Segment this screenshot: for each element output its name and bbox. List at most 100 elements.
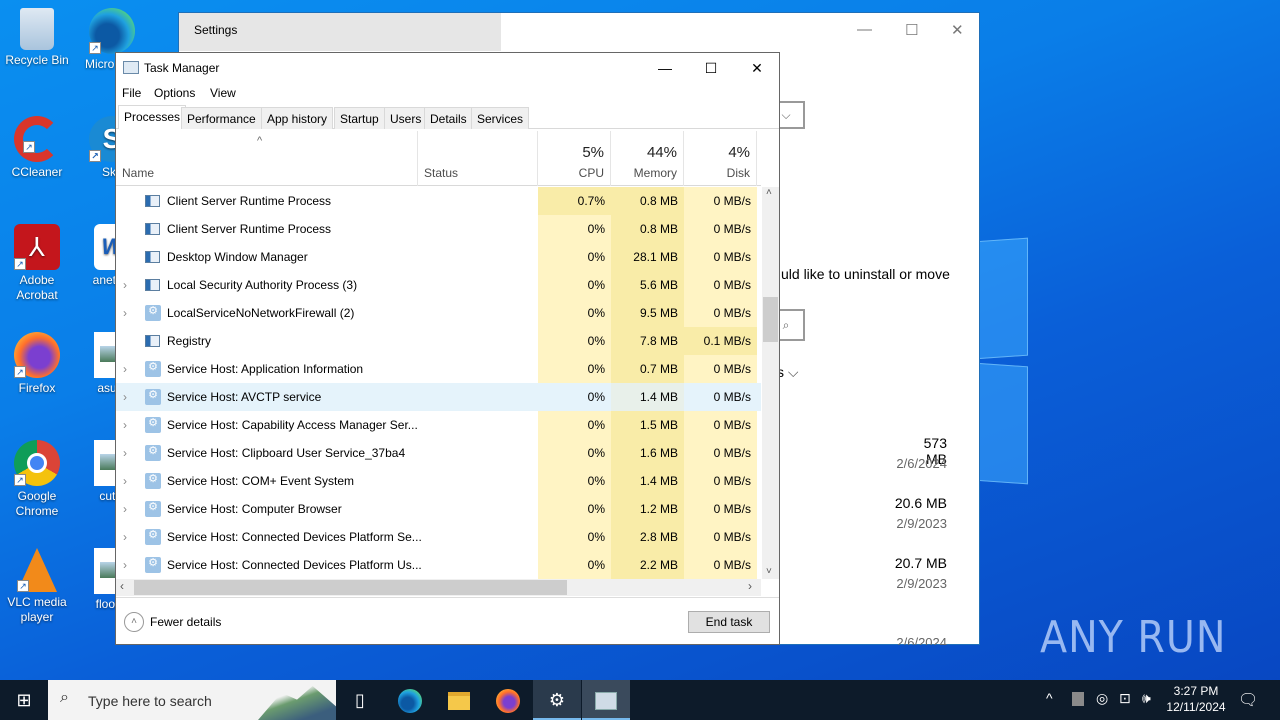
process-row[interactable]: Client Server Runtime Process 0% 0.8 MB 0 M…	[116, 215, 761, 243]
maximize-button[interactable]: ☐	[688, 53, 734, 83]
expand-chevron-icon[interactable]: ›	[123, 551, 127, 579]
taskbar-file-explorer[interactable]	[435, 680, 483, 720]
app-size: 20.7 MB	[894, 555, 947, 571]
tab-details[interactable]: Details	[424, 107, 473, 129]
scroll-left-icon[interactable]: ‹	[120, 579, 124, 593]
tab-users[interactable]: Users	[384, 107, 428, 129]
scroll-down-icon[interactable]: ˅	[766, 566, 772, 577]
process-row[interactable]: › Local Security Authority Process (3) 0% 5…	[116, 271, 761, 299]
taskbar-settings[interactable]: ⚙	[533, 680, 581, 720]
process-row[interactable]: › ⚙ Service Host: Application Information 0…	[116, 355, 761, 383]
taskbar-search-box[interactable]: ⌕ Type here to search	[48, 680, 336, 720]
task-manager-titlebar[interactable]: Task Manager — ☐ ✕	[116, 53, 779, 83]
column-header-name[interactable]: ^ Name	[116, 131, 418, 186]
column-header-status[interactable]: Status	[418, 131, 538, 186]
network-icon[interactable]: ⊡	[1119, 690, 1131, 707]
desktop-icon-label: Adobe Acrobat	[16, 273, 58, 302]
disk-value: 0 MB/s	[684, 187, 757, 215]
process-name: Service Host: Connected Devices Platform…	[167, 558, 422, 572]
desktop-icon-acrobat[interactable]: ⅄ ↗ Adobe Acrobat	[0, 224, 74, 303]
action-center-icon[interactable]: 🗨	[1238, 690, 1258, 710]
process-row[interactable]: › ⚙ Service Host: Connected Devices Platfo…	[116, 523, 761, 551]
scroll-up-icon[interactable]: ˄	[766, 187, 772, 198]
process-name: LocalServiceNoNetworkFirewall (2)	[167, 306, 355, 320]
settings-maximize-button[interactable]: ☐	[905, 21, 918, 39]
tray-app-icon[interactable]	[1072, 692, 1084, 706]
process-name: Service Host: Capability Access Manager …	[167, 418, 418, 432]
settings-sort-filter[interactable]: s ⌵	[777, 364, 799, 381]
horizontal-scrollbar[interactable]: ‹ ›	[116, 579, 761, 596]
close-button[interactable]: ✕	[734, 53, 780, 83]
column-header-cpu[interactable]: 5% CPU	[538, 131, 611, 186]
process-row[interactable]: Registry 0% 7.8 MB 0.1 MB/s	[116, 327, 761, 355]
process-row[interactable]: › ⚙ Service Host: Connected Devices Platfo…	[116, 551, 761, 579]
task-view-button[interactable]: ▯	[336, 680, 384, 720]
process-row[interactable]: › ⚙ LocalServiceNoNetworkFirewall (2) 0% 9.5…	[116, 299, 761, 327]
fewer-details-chevron-up-icon[interactable]: ˄	[124, 612, 144, 632]
taskbar-edge[interactable]	[386, 680, 434, 720]
search-placeholder: Type here to search	[88, 693, 212, 709]
expand-chevron-icon[interactable]: ›	[123, 495, 127, 523]
clock[interactable]: 3:27 PM 12/11/2024	[1164, 683, 1228, 715]
tab-services[interactable]: Services	[471, 107, 530, 129]
desktop-icon-vlc[interactable]: ↗ VLC media player	[0, 548, 74, 625]
memory-value: 9.5 MB	[611, 299, 684, 327]
edge-icon: ↗	[89, 8, 135, 54]
expand-chevron-icon[interactable]: ›	[123, 383, 127, 411]
expand-chevron-icon[interactable]: ›	[123, 299, 127, 327]
desktop-icon-firefox[interactable]: ↗ Firefox	[0, 332, 74, 396]
tab-app-history[interactable]: App history	[261, 107, 334, 129]
menu-file[interactable]: File	[122, 86, 141, 100]
scrollbar-thumb[interactable]	[134, 580, 567, 595]
cpu-value: 0%	[538, 467, 611, 495]
process-row[interactable]: › ⚙ Service Host: Capability Access Manage…	[116, 411, 761, 439]
volume-icon[interactable]: 🕪	[1142, 690, 1151, 707]
desktop-icon-ccleaner[interactable]: ↗ CCleaner	[0, 116, 74, 180]
menu-options[interactable]: Options	[154, 86, 195, 100]
process-row[interactable]: › ⚙ Service Host: AVCTP service 0% 1.4 MB 0 M…	[116, 383, 761, 411]
taskbar-firefox[interactable]	[484, 680, 532, 720]
tab-startup[interactable]: Startup	[334, 107, 385, 129]
window-icon	[145, 195, 160, 207]
process-row[interactable]: Client Server Runtime Process 0.7% 0.8 MB 0…	[116, 187, 761, 215]
vertical-scrollbar[interactable]: ˄ ˅	[762, 187, 779, 579]
start-button[interactable]: ⊞	[0, 680, 48, 720]
tab-processes[interactable]: Processes	[118, 105, 187, 129]
expand-chevron-icon[interactable]: ›	[123, 271, 127, 299]
taskbar-task-manager[interactable]	[582, 680, 630, 720]
expand-chevron-icon[interactable]: ›	[123, 355, 127, 383]
expand-chevron-icon[interactable]: ›	[123, 439, 127, 467]
process-row[interactable]: › ⚙ Service Host: Clipboard User Service_3…	[116, 439, 761, 467]
process-row[interactable]: › ⚙ Service Host: COM+ Event System 0% 1.4 M…	[116, 467, 761, 495]
menu-view[interactable]: View	[210, 86, 236, 100]
app-date: 2/6/2024	[896, 635, 947, 645]
chrome-icon: ↗	[14, 440, 60, 486]
task-manager-window[interactable]: Task Manager — ☐ ✕ File Options View Pro…	[115, 52, 780, 645]
meet-now-icon[interactable]: ◎	[1096, 690, 1108, 707]
fewer-details-link[interactable]: Fewer details	[150, 615, 221, 629]
tab-performance[interactable]: Performance	[181, 107, 262, 129]
process-list[interactable]: Client Server Runtime Process 0.7% 0.8 MB 0…	[116, 187, 761, 579]
process-row[interactable]: Desktop Window Manager 0% 28.1 MB 0 MB/s	[116, 243, 761, 271]
expand-chevron-icon[interactable]: ›	[123, 411, 127, 439]
end-task-button[interactable]: End task	[688, 611, 770, 633]
footer: ˄ Fewer details End task	[116, 597, 779, 645]
window-icon	[145, 335, 160, 347]
desktop-icon-recycle-bin[interactable]: Recycle Bin	[0, 8, 74, 68]
column-header-memory[interactable]: 44% Memory	[611, 131, 684, 186]
expand-chevron-icon[interactable]: ›	[123, 467, 127, 495]
scroll-right-icon[interactable]: ›	[748, 579, 752, 593]
show-hidden-icons-chevron-up-icon[interactable]: ^	[1046, 690, 1053, 706]
process-row[interactable]: › ⚙ Service Host: Computer Browser 0% 1.2 MB…	[116, 495, 761, 523]
settings-close-button[interactable]: ✕	[951, 21, 964, 39]
column-header-disk[interactable]: 4% Disk	[684, 131, 757, 186]
desktop-icon-chrome[interactable]: ↗ Google Chrome	[0, 440, 74, 519]
desktop-icon-label: VLC media player	[7, 595, 67, 624]
memory-value: 2.8 MB	[611, 523, 684, 551]
settings-minimize-button[interactable]: —	[857, 21, 872, 38]
process-name: Service Host: Computer Browser	[167, 502, 342, 516]
edge-icon	[398, 689, 422, 714]
expand-chevron-icon[interactable]: ›	[123, 523, 127, 551]
minimize-button[interactable]: —	[642, 53, 688, 83]
scrollbar-thumb[interactable]	[763, 297, 778, 342]
